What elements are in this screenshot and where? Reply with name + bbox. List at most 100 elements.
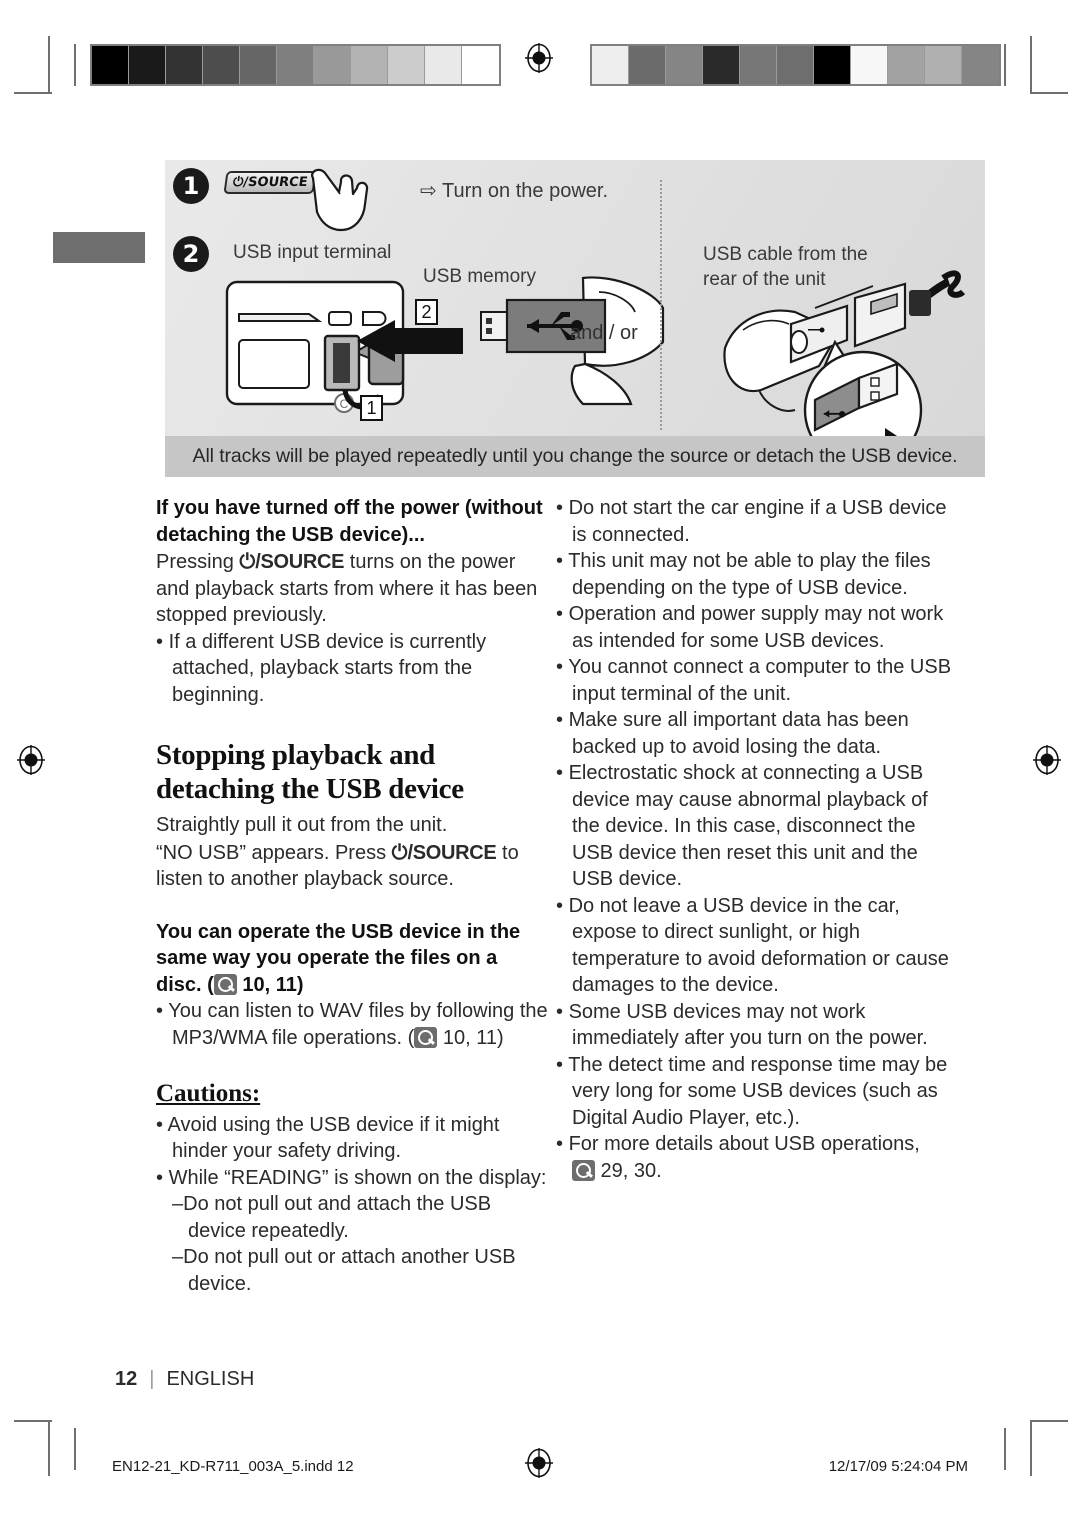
- magnifier-reference-icon: [213, 973, 237, 995]
- color-swatch-3: [203, 46, 240, 84]
- crop-mark-tl-v: [48, 36, 50, 92]
- banner-text: All tracks will be played repeatedly unt…: [192, 445, 958, 467]
- crop-mark-tr2-v: [1004, 44, 1006, 86]
- color-swatch-1: [129, 46, 166, 84]
- registration-mark-bottom: [524, 1448, 554, 1478]
- thumb-index-tab: [53, 232, 145, 263]
- section-heading-stopping: Stopping playback and detaching the USB …: [156, 739, 464, 805]
- color-swatch-2: [666, 46, 703, 84]
- last-bullet-post: 29, 30.: [595, 1159, 662, 1182]
- color-swatch-10: [962, 46, 999, 84]
- caption-text: Turn on the power.: [441, 180, 608, 202]
- last-bullet-pre: For more details about USB operations,: [568, 1133, 920, 1155]
- color-bar-left: [90, 44, 501, 86]
- caution-bullet-0: Avoid using the USB device if it might h…: [156, 1112, 548, 1165]
- heading2-post: 10, 11): [236, 973, 304, 996]
- note-bullet-1: This unit may not be able to play the fi…: [556, 548, 956, 601]
- color-swatch-10: [462, 46, 499, 84]
- caution-subbullet-1: Do not pull out or attach another USB de…: [156, 1244, 548, 1297]
- note-bullet-4: Make sure all important data has been ba…: [556, 707, 956, 760]
- color-swatch-2: [166, 46, 203, 84]
- caption-arrow-icon: ⇨: [420, 180, 437, 202]
- bullet-different-device: If a different USB device is currently a…: [156, 629, 548, 709]
- crop-mark-tr-h: [1030, 92, 1068, 94]
- crop-mark-tl-h: [14, 92, 52, 94]
- color-bar-right: [590, 44, 1001, 86]
- callout-1-box: 1: [360, 395, 383, 421]
- registration-mark-top: [524, 43, 554, 73]
- color-swatch-9: [425, 46, 462, 84]
- crop-mark-br-h: [1030, 1420, 1068, 1422]
- callout-1-text: 1: [366, 398, 377, 418]
- registration-mark-left: [16, 745, 46, 775]
- crop-mark-tl2-v: [74, 44, 76, 86]
- and-or-label: and / or: [570, 322, 638, 344]
- note-bullet-3: You cannot connect a computer to the USB…: [556, 654, 956, 707]
- note-bullet-6: Do not leave a USB device in the car, ex…: [556, 893, 956, 999]
- bullet2-post: 10, 11): [437, 1026, 504, 1049]
- crop-mark-tr-v: [1030, 36, 1032, 92]
- crop-mark-br2-v: [1004, 1428, 1006, 1470]
- color-swatch-8: [888, 46, 925, 84]
- heading-operate-same-way: You can operate the USB device in the sa…: [156, 919, 548, 999]
- color-swatch-0: [592, 46, 629, 84]
- note-bullet-9: For more details about USB operations, 2…: [556, 1131, 956, 1184]
- usb-input-terminal-label: USB input terminal: [233, 242, 392, 263]
- source-label-inline: /SOURCE: [255, 551, 345, 573]
- note-bullet-5: Electrostatic shock at connecting a USB …: [556, 760, 956, 893]
- magnifier-reference-icon-3: [572, 1159, 595, 1181]
- color-swatch-4: [740, 46, 777, 84]
- color-swatch-5: [277, 46, 314, 84]
- step-1-badge: 1: [173, 168, 209, 204]
- step-2-badge: 2: [173, 236, 209, 272]
- para-straightly-pull: Straightly pull it out from the unit.: [156, 814, 448, 836]
- left-text-column: If you have turned off the power (withou…: [156, 495, 548, 1297]
- para-no-usb: “NO USB” appears. Press ⏻/SOURCE to list…: [156, 839, 548, 893]
- callout-2-text: 2: [421, 302, 432, 322]
- bullet-wav-files: You can listen to WAV files by following…: [156, 998, 548, 1051]
- color-swatch-7: [851, 46, 888, 84]
- cautions-heading: Cautions:: [156, 1080, 261, 1107]
- note-bullet-7: Some USB devices may not work immediatel…: [556, 999, 956, 1052]
- language-label: ENGLISH: [166, 1368, 255, 1390]
- note-bullet-8: The detect time and response time may be…: [556, 1052, 956, 1132]
- para3-pre: “NO USB” appears. Press: [156, 841, 392, 864]
- note-bullet-2: Operation and power supply may not work …: [556, 601, 956, 654]
- and-or-divider: [660, 180, 662, 430]
- magnifier-reference-icon-2: [414, 1026, 438, 1048]
- folio: 12 | ENGLISH: [115, 1368, 254, 1391]
- note-bullet-0: Do not start the car engine if a USB dev…: [556, 495, 956, 548]
- color-swatch-9: [925, 46, 962, 84]
- power-glyph-inline: ⏻: [239, 549, 256, 573]
- page-number: 12: [115, 1368, 138, 1390]
- color-swatch-4: [240, 46, 277, 84]
- folio-separator: |: [149, 1368, 155, 1390]
- color-swatch-6: [814, 46, 851, 84]
- source-label-inline-2: /SOURCE: [407, 841, 497, 864]
- crop-mark-bl-v: [48, 1420, 50, 1476]
- right-text-column: Do not start the car engine if a USB dev…: [556, 495, 956, 1184]
- para-pre: Pressing: [156, 551, 240, 573]
- usb-connection-illustration: 1 ⏻/SOURCE ⇨ Turn on the power. 2 USB in…: [165, 160, 985, 477]
- color-swatch-5: [777, 46, 814, 84]
- color-swatch-3: [703, 46, 740, 84]
- pointing-hand-icon: [311, 168, 369, 232]
- manual-page: 1 ⏻/SOURCE ⇨ Turn on the power. 2 USB in…: [0, 0, 1080, 1532]
- crop-mark-bl-h: [14, 1420, 52, 1422]
- slug-timestamp: 12/17/09 5:24:04 PM: [828, 1458, 968, 1475]
- color-swatch-7: [351, 46, 388, 84]
- crop-mark-br-v: [1030, 1420, 1032, 1476]
- color-swatch-1: [629, 46, 666, 84]
- registration-mark-right: [1032, 745, 1062, 775]
- heading-power-off: If you have turned off the power (withou…: [156, 497, 543, 546]
- caution-subbullet-0: Do not pull out and attach the USB devic…: [156, 1191, 548, 1244]
- caution-bullet-1: While “READING” is shown on the display:: [156, 1165, 548, 1192]
- color-swatch-6: [314, 46, 351, 84]
- crop-mark-bl2-v: [74, 1428, 76, 1470]
- step-1-caption: ⇨ Turn on the power.: [420, 178, 608, 203]
- repeat-playback-banner: All tracks will be played repeatedly unt…: [165, 436, 985, 477]
- insert-arrow-icon: [357, 320, 463, 362]
- color-swatch-8: [388, 46, 425, 84]
- power-glyph-inline-2: ⏻: [391, 839, 408, 864]
